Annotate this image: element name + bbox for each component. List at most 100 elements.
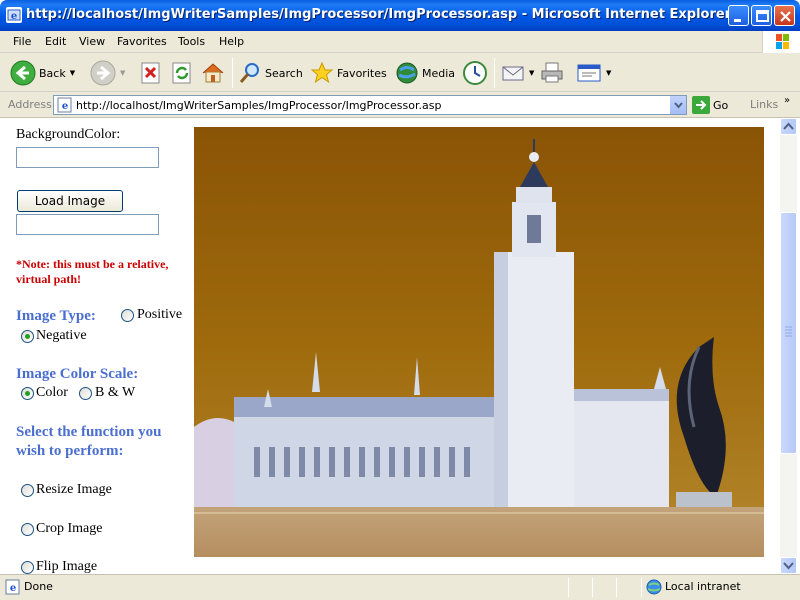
image-path-input[interactable] [16, 214, 159, 235]
radio-resize[interactable] [21, 484, 34, 497]
title-bar: e http://localhost/ImgWriterSamples/ImgP… [0, 0, 800, 31]
menu-tools[interactable]: Tools [178, 35, 205, 48]
status-divider [568, 578, 569, 597]
toolbar-separator [494, 58, 495, 88]
radio-color-label: Color [36, 385, 68, 400]
history-button[interactable] [462, 57, 488, 89]
refresh-icon [172, 62, 191, 84]
scroll-thumb[interactable] [780, 212, 797, 454]
back-arrow-icon [10, 60, 36, 86]
media-button[interactable]: Media [395, 57, 455, 89]
radio-bw[interactable] [79, 387, 92, 400]
forward-button[interactable]: ▼ [90, 57, 125, 89]
status-divider [641, 578, 642, 597]
menu-view[interactable]: View [79, 35, 105, 48]
edit-page-icon [577, 64, 601, 82]
stop-icon [141, 62, 160, 84]
back-dropdown-icon[interactable]: ▼ [70, 69, 75, 77]
window-title: http://localhost/ImgWriterSamples/ImgPro… [26, 7, 732, 22]
vertical-scrollbar[interactable] [780, 118, 797, 574]
color-scale-label: Image Color Scale: [16, 366, 139, 382]
mail-button[interactable]: ▼ [501, 57, 534, 89]
background-color-label: BackgroundColor: [16, 127, 121, 142]
ie-icon: e [6, 7, 22, 23]
media-icon [396, 62, 418, 84]
security-zone: Local intranet [665, 580, 741, 593]
intranet-globe-icon [646, 579, 662, 595]
toolbar-separator [232, 58, 233, 88]
svg-text:e: e [62, 101, 68, 112]
svg-text:e: e [11, 11, 17, 22]
windows-logo-icon [762, 31, 800, 53]
menu-edit[interactable]: Edit [45, 35, 66, 48]
menu-help[interactable]: Help [219, 35, 244, 48]
radio-crop[interactable] [21, 523, 34, 536]
stop-button[interactable] [140, 57, 162, 89]
mail-dropdown-icon[interactable]: ▼ [529, 69, 534, 77]
links-toolbar[interactable]: Links [750, 98, 778, 111]
page-status-icon: e [5, 579, 20, 595]
svg-text:e: e [10, 583, 16, 594]
processed-image [194, 127, 764, 557]
path-note: *Note: this must be a relative, virtual … [16, 257, 169, 286]
radio-color[interactable] [21, 387, 34, 400]
scroll-down-button[interactable] [780, 557, 797, 574]
address-url: http://localhost/ImgWriterSamples/ImgPro… [76, 99, 442, 112]
radio-flip-label: Flip Image [36, 559, 98, 574]
forward-dropdown-icon[interactable]: ▼ [120, 69, 125, 77]
minimize-button[interactable] [728, 5, 749, 26]
status-bar: e Done Local intranet [0, 574, 800, 600]
maximize-button[interactable] [751, 5, 772, 26]
page-content: BackgroundColor: Load Image *Note: this … [0, 118, 780, 574]
radio-bw-label: B & W [95, 385, 136, 400]
status-divider [592, 578, 593, 597]
home-button[interactable] [201, 57, 225, 89]
refresh-button[interactable] [171, 57, 193, 89]
radio-resize-label: Resize Image [36, 482, 112, 497]
search-button[interactable]: Search [238, 57, 303, 89]
search-icon [239, 63, 259, 83]
radio-flip[interactable] [21, 561, 34, 574]
image-type-label: Image Type: [16, 308, 96, 324]
edit-dropdown-icon[interactable]: ▼ [606, 69, 611, 77]
go-arrow-icon [692, 96, 710, 114]
go-label: Go [713, 98, 729, 112]
address-bar: Address e http://localhost/ImgWriterSamp… [0, 92, 800, 118]
status-divider [616, 578, 617, 597]
mail-icon [502, 66, 524, 81]
menu-file[interactable]: File [13, 35, 31, 48]
address-input[interactable]: e http://localhost/ImgWriterSamples/ImgP… [53, 95, 687, 115]
toolbar: Back ▼ ▼ Search Favorites Media ▼ ▼ [0, 53, 800, 92]
page-icon: e [57, 97, 72, 113]
menu-bar: File Edit View Favorites Tools Help [0, 31, 800, 53]
radio-crop-label: Crop Image [36, 521, 103, 536]
home-icon [202, 63, 224, 83]
radio-negative[interactable] [21, 330, 34, 343]
background-color-input[interactable] [16, 147, 159, 168]
favorites-label: Favorites [337, 66, 387, 80]
scroll-up-button[interactable] [780, 118, 797, 135]
address-label: Address [8, 98, 52, 111]
print-button[interactable] [540, 57, 564, 89]
status-text: Done [24, 580, 53, 593]
back-label: Back [39, 66, 66, 80]
close-button[interactable] [774, 5, 795, 26]
menu-favorites[interactable]: Favorites [117, 35, 167, 48]
radio-positive-label: Positive [137, 307, 183, 322]
forward-arrow-icon [90, 60, 116, 86]
back-button[interactable]: Back ▼ [10, 57, 75, 89]
media-label: Media [422, 66, 456, 80]
go-button[interactable]: Go [692, 96, 728, 114]
star-icon [310, 61, 334, 84]
address-dropdown-icon[interactable] [669, 96, 686, 114]
chevron-right-icon[interactable]: » [784, 95, 790, 106]
radio-negative-label: Negative [36, 328, 87, 343]
radio-positive[interactable] [121, 309, 134, 322]
edit-button[interactable]: ▼ [576, 57, 611, 89]
printer-icon [541, 62, 563, 83]
favorites-button[interactable]: Favorites [310, 57, 387, 89]
history-icon [463, 61, 487, 85]
search-label: Search [265, 66, 303, 80]
function-label: Select the function you wish to perform: [16, 424, 162, 459]
load-image-button[interactable]: Load Image [17, 190, 123, 212]
